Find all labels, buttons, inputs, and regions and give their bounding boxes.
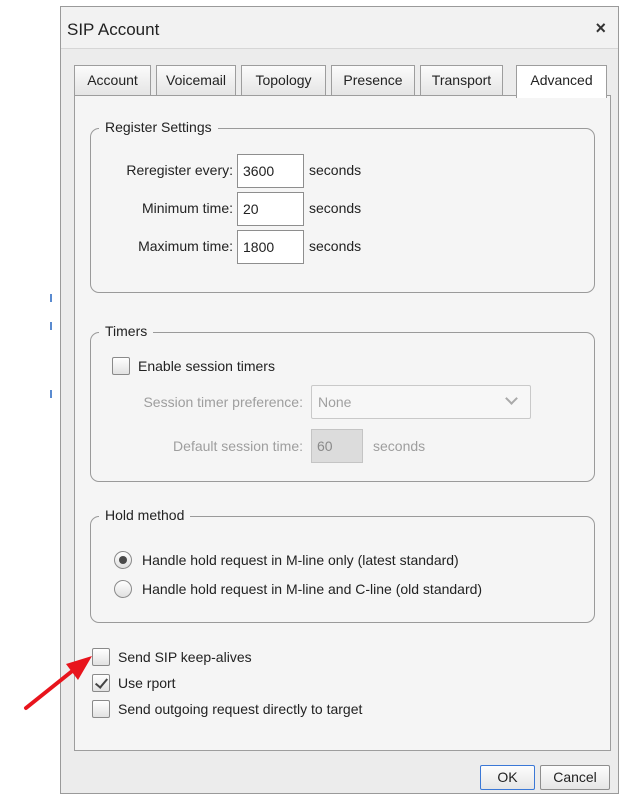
background-window xyxy=(0,0,62,794)
tab-voicemail[interactable]: Voicemail xyxy=(156,65,236,96)
hold-mline-cline-label: Handle hold request in M-line and C-line… xyxy=(142,581,483,597)
background-marker xyxy=(50,322,52,330)
timers-legend: Timers xyxy=(99,323,154,339)
hold-method-legend: Hold method xyxy=(99,507,191,523)
minimum-time-label: Minimum time: xyxy=(141,200,233,216)
send-direct-checkbox[interactable] xyxy=(92,700,110,718)
tab-topology[interactable]: Topology xyxy=(241,65,326,96)
sip-account-dialog: SIP Account × Account Voicemail Topology… xyxy=(60,6,619,794)
default-session-time-input[interactable]: 60 xyxy=(311,429,363,463)
dialog-title: SIP Account xyxy=(67,20,160,39)
maximum-time-input[interactable]: 1800 xyxy=(237,230,304,264)
reregister-label: Reregister every: xyxy=(126,162,233,178)
title-bar: SIP Account × xyxy=(61,7,618,49)
hold-mline-only-radio[interactable] xyxy=(114,551,132,569)
chevron-down-icon xyxy=(505,392,518,405)
session-timer-preference-select[interactable]: None xyxy=(311,385,531,419)
background-marker xyxy=(50,390,52,398)
maximum-time-label: Maximum time: xyxy=(138,238,233,254)
use-rport-label: Use rport xyxy=(118,675,176,691)
close-icon[interactable]: × xyxy=(595,18,606,39)
minimum-time-unit: seconds xyxy=(309,200,362,216)
send-direct-label: Send outgoing request directly to target xyxy=(118,701,363,717)
session-timer-preference-label: Session timer preference: xyxy=(143,394,303,410)
tab-advanced[interactable]: Advanced xyxy=(516,65,607,98)
hold-method-group: Hold method Handle hold request in M-lin… xyxy=(90,507,595,623)
tab-account[interactable]: Account xyxy=(74,65,151,96)
enable-session-timers-label: Enable session timers xyxy=(138,358,275,374)
reregister-unit: seconds xyxy=(309,162,362,178)
enable-session-timers-checkbox[interactable] xyxy=(112,357,130,375)
minimum-time-input[interactable]: 20 xyxy=(237,192,304,226)
maximum-time-unit: seconds xyxy=(309,238,362,254)
hold-mline-only-label: Handle hold request in M-line only (late… xyxy=(142,552,459,568)
tab-presence[interactable]: Presence xyxy=(331,65,415,96)
send-keep-alives-label: Send SIP keep-alives xyxy=(118,649,252,665)
register-settings-group: Register Settings Reregister every: 3600… xyxy=(90,119,595,293)
reregister-input[interactable]: 3600 xyxy=(237,154,304,188)
use-rport-checkbox[interactable] xyxy=(92,674,110,692)
default-session-time-label: Default session time: xyxy=(173,438,303,454)
session-timer-preference-value: None xyxy=(318,394,352,410)
ok-button[interactable]: OK xyxy=(480,765,535,790)
register-settings-legend: Register Settings xyxy=(99,119,218,135)
tab-transport[interactable]: Transport xyxy=(420,65,503,96)
timers-group: Timers Enable session timers Session tim… xyxy=(90,323,595,482)
default-session-time-unit: seconds xyxy=(373,438,426,454)
background-marker xyxy=(50,294,52,302)
advanced-panel: Register Settings Reregister every: 3600… xyxy=(74,95,611,751)
cancel-button[interactable]: Cancel xyxy=(540,765,610,790)
send-keep-alives-checkbox[interactable] xyxy=(92,648,110,666)
hold-mline-cline-radio[interactable] xyxy=(114,580,132,598)
